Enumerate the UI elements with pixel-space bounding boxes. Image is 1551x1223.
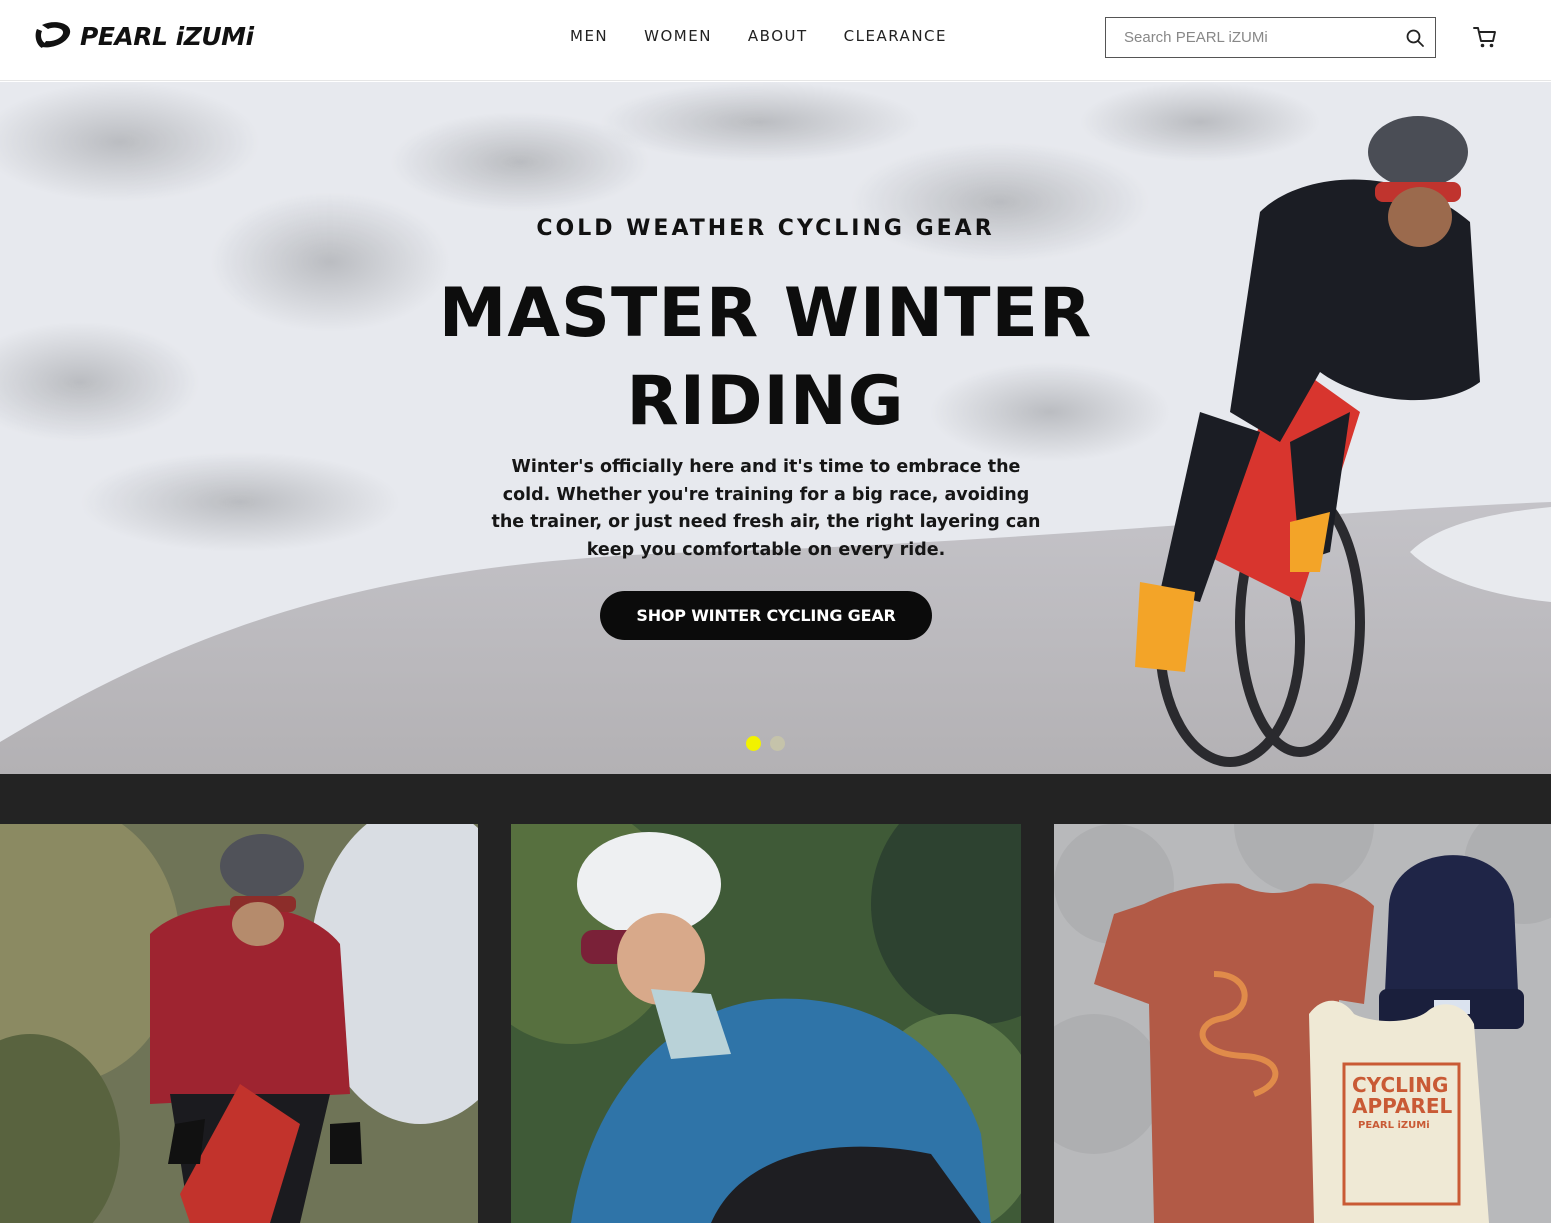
cart-icon[interactable] [1472, 24, 1498, 50]
shop-winter-gear-button[interactable]: SHOP WINTER CYCLING GEAR [600, 591, 932, 640]
main-nav: MEN WOMEN ABOUT CLEARANCE [570, 27, 947, 45]
brand-logo[interactable]: PEARL iZUMi [34, 20, 254, 52]
site-header: PEARL iZUMi MEN WOMEN ABOUT CLEARANCE [0, 0, 1551, 81]
tile-womens-rider[interactable] [511, 824, 1021, 1223]
nav-item-women[interactable]: WOMEN [644, 27, 712, 45]
search-box [1105, 17, 1436, 58]
apparel-print-apparel: APPAREL [1352, 1094, 1453, 1118]
tile-mens-winter[interactable] [0, 824, 478, 1223]
hero-title-line2: RIDING [626, 362, 905, 441]
carousel-dot-1[interactable] [746, 736, 761, 751]
search-input[interactable] [1106, 18, 1395, 57]
tile-apparel-collection[interactable]: CYCLING APPAREL PEARL iZUMi [1054, 824, 1551, 1223]
hero-title-line1: MASTER WINTER [438, 274, 1093, 353]
hero-description: Winter's officially here and it's time t… [491, 457, 1041, 561]
tile-womens-image [511, 824, 1021, 1223]
apparel-print-brand: PEARL iZUMi [1358, 1120, 1430, 1131]
tile-apparel-image: CYCLING APPAREL PEARL iZUMi [1054, 824, 1551, 1223]
carousel-dot-2[interactable] [770, 736, 785, 751]
pearl-izumi-logo-icon [35, 22, 71, 48]
nav-item-about[interactable]: ABOUT [748, 27, 808, 45]
nav-item-men[interactable]: MEN [570, 27, 608, 45]
search-icon[interactable] [1395, 18, 1435, 57]
tile-mens-image [0, 824, 478, 1223]
hero-kicker: COLD WEATHER CYCLING GEAR [536, 216, 995, 241]
brand-name: PEARL iZUMi [80, 21, 254, 51]
hero-banner: COLD WEATHER CYCLING GEAR MASTER WINTER … [0, 82, 1551, 774]
carousel-dots [746, 736, 785, 751]
hero-title: MASTER WINTER RIDING [400, 270, 1131, 446]
nav-item-clearance[interactable]: CLEARANCE [844, 27, 947, 45]
